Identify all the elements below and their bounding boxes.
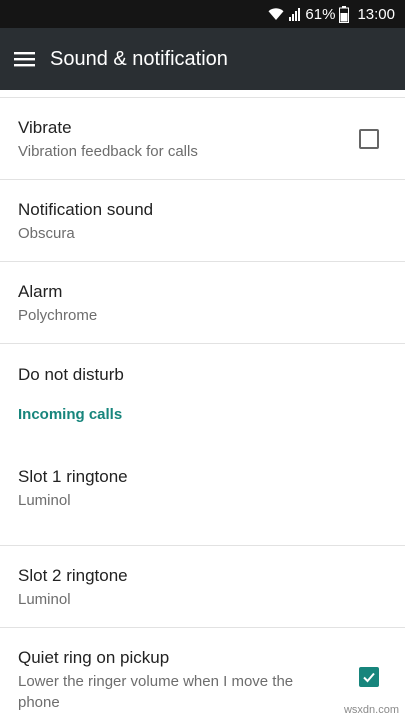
- setting-subtitle: Polychrome: [18, 307, 98, 324]
- watermark: wsxdn.com: [343, 704, 399, 716]
- wifi-icon: [267, 6, 285, 22]
- setting-title: Do not disturb: [18, 365, 124, 384]
- battery-icon: [339, 5, 350, 23]
- vibrate-checkbox[interactable]: [359, 129, 379, 149]
- setting-title: Notification sound: [18, 200, 154, 219]
- setting-title: Vibrate: [18, 118, 72, 137]
- status-icons: 61% 13:00: [267, 0, 395, 28]
- divider: [0, 90, 405, 98]
- setting-subtitle: Lower the ringer volume when I move the …: [18, 673, 294, 711]
- check-icon: [363, 672, 375, 683]
- status-bar: 61% 13:00: [0, 0, 405, 28]
- clock: 13:00: [357, 5, 395, 23]
- hamburger-menu-icon[interactable]: [0, 28, 50, 90]
- quiet-ring-checkbox[interactable]: [359, 667, 379, 687]
- setting-alarm[interactable]: Alarm Polychrome: [0, 262, 405, 344]
- setting-title: Slot 2 ringtone: [18, 566, 128, 585]
- setting-subtitle: Vibration feedback for calls: [18, 143, 198, 160]
- section-header-incoming-calls: Incoming calls: [0, 406, 405, 464]
- setting-title: Slot 1 ringtone: [18, 467, 128, 486]
- section-label: Incoming calls: [18, 406, 123, 423]
- setting-do-not-disturb[interactable]: Do not disturb: [0, 344, 405, 406]
- signal-icon: [289, 6, 301, 22]
- setting-slot2-ringtone[interactable]: Slot 2 ringtone Luminol: [0, 546, 405, 628]
- setting-slot1-ringtone[interactable]: Slot 1 ringtone Luminol: [0, 464, 405, 546]
- battery-percent: 61%: [305, 5, 336, 23]
- setting-notification-sound[interactable]: Notification sound Obscura: [0, 180, 405, 262]
- app-bar: Sound & notification: [0, 28, 405, 90]
- setting-subtitle: Luminol: [18, 492, 71, 509]
- setting-vibrate[interactable]: Vibrate Vibration feedback for calls: [0, 98, 405, 180]
- setting-title: Quiet ring on pickup: [18, 648, 170, 667]
- page-title: Sound & notification: [50, 47, 228, 70]
- settings-list: Vibrate Vibration feedback for calls Not…: [0, 90, 405, 720]
- setting-title: Alarm: [18, 282, 63, 301]
- setting-subtitle: Luminol: [18, 591, 71, 608]
- setting-subtitle: Obscura: [18, 225, 75, 242]
